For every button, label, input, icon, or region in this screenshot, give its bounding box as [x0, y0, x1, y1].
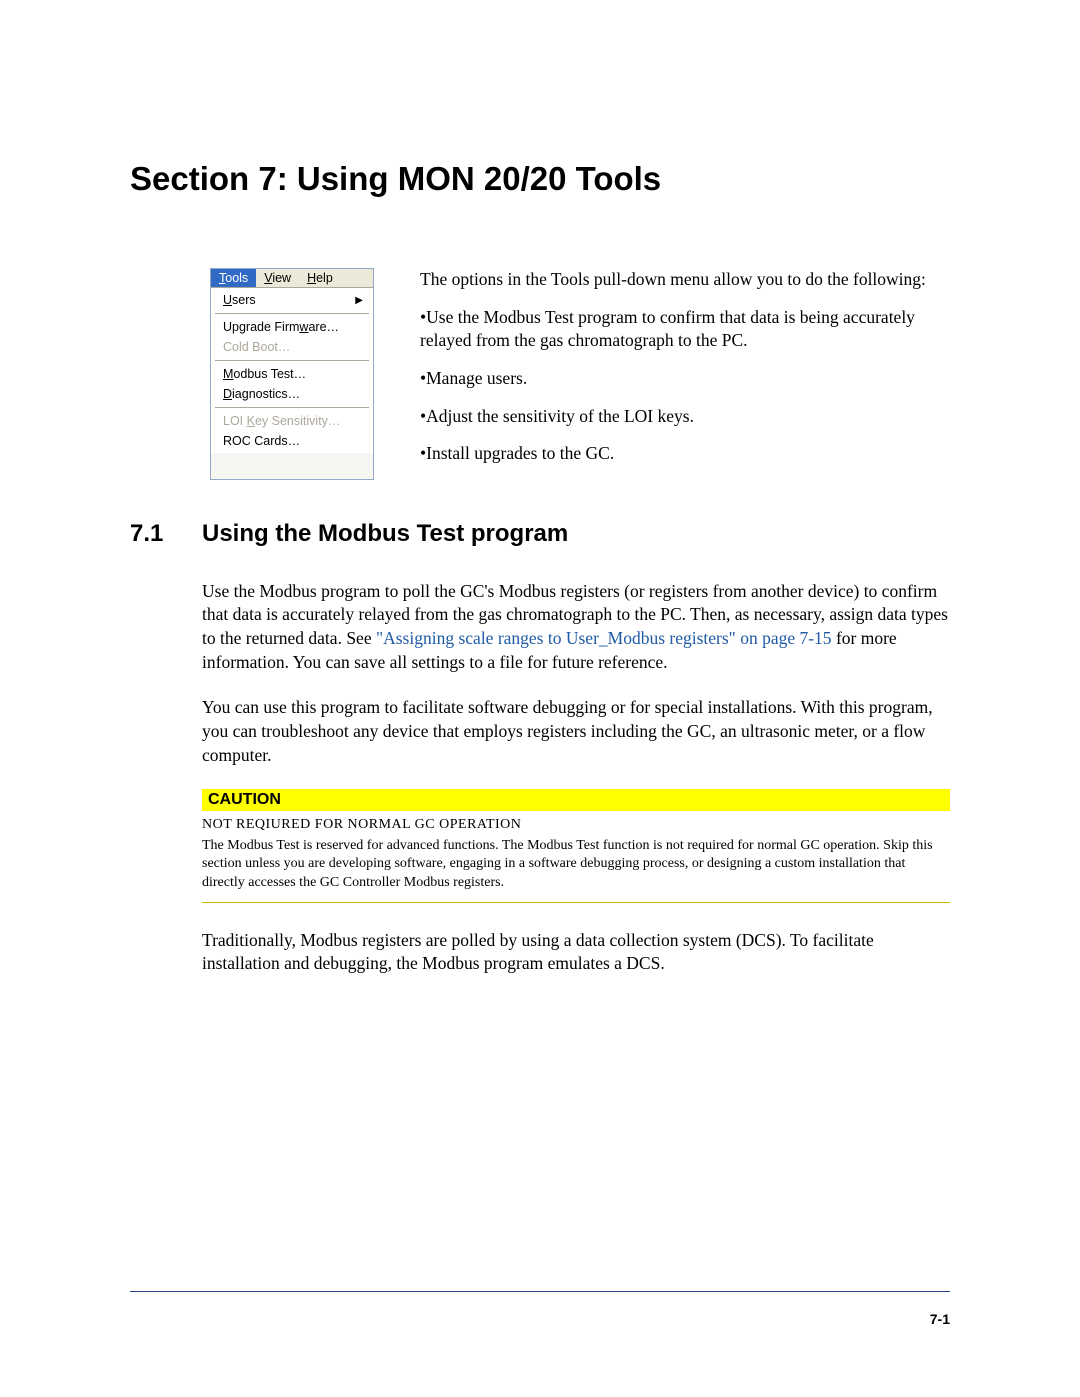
menu-separator [215, 360, 369, 361]
intro-block: Tools View Help Users ▶ Upgrade Firmware… [210, 268, 950, 480]
tools-menu-screenshot: Tools View Help Users ▶ Upgrade Firmware… [210, 268, 374, 480]
page-number: 7-1 [930, 1311, 950, 1327]
menubar-view[interactable]: View [256, 269, 299, 287]
menubar-tools[interactable]: Tools [211, 269, 256, 287]
bullet-loi: •Adjust the sensitivity of the LOI keys. [420, 405, 950, 429]
bullet-users: •Manage users. [420, 367, 950, 391]
intro-text: The options in the Tools pull-down menu … [420, 268, 950, 480]
bullet-upgrades: •Install upgrades to the GC. [420, 442, 950, 466]
bullet-modbus: •Use the Modbus Test program to confirm … [420, 306, 950, 353]
body-paragraph-2: You can use this program to facilitate s… [202, 696, 950, 767]
cross-reference-link[interactable]: "Assigning scale ranges to User_Modbus r… [376, 628, 832, 648]
subsection-title: Using the Modbus Test program [202, 520, 568, 548]
body-paragraph-1: Use the Modbus program to poll the GC's … [202, 580, 950, 675]
footer-rule [130, 1291, 950, 1292]
menu-item-loi-key-sensitivity: LOI Key Sensitivity… [213, 411, 371, 431]
subsection-number: 7.1 [130, 520, 178, 548]
menu-item-diagnostics[interactable]: Diagnostics… [213, 384, 371, 404]
menu-separator [215, 407, 369, 408]
menu-dropdown: Users ▶ Upgrade Firmware… Cold Boot… Mod… [211, 288, 373, 453]
caution-subhead: NOT REQIURED FOR NORMAL GC OPERATION [202, 817, 950, 833]
submenu-arrow-icon: ▶ [355, 295, 363, 306]
caution-box: CAUTION NOT REQIURED FOR NORMAL GC OPERA… [202, 789, 950, 903]
menu-separator [215, 313, 369, 314]
menu-item-upgrade-firmware[interactable]: Upgrade Firmware… [213, 317, 371, 337]
caution-header: CAUTION [202, 789, 950, 811]
menu-item-cold-boot: Cold Boot… [213, 337, 371, 357]
body-paragraph-3: Traditionally, Modbus registers are poll… [202, 929, 950, 976]
menu-item-users[interactable]: Users ▶ [213, 290, 371, 310]
menubar-help[interactable]: Help [299, 269, 341, 287]
menu-bar: Tools View Help [211, 269, 373, 288]
menu-item-roc-cards[interactable]: ROC Cards… [213, 431, 371, 451]
intro-paragraph: The options in the Tools pull-down menu … [420, 268, 950, 292]
section-title: Section 7: Using MON 20/20 Tools [130, 160, 950, 198]
caution-body: The Modbus Test is reserved for advanced… [202, 837, 950, 903]
subsection-heading: 7.1 Using the Modbus Test program [130, 520, 950, 548]
menu-item-modbus-test[interactable]: Modbus Test… [213, 364, 371, 384]
